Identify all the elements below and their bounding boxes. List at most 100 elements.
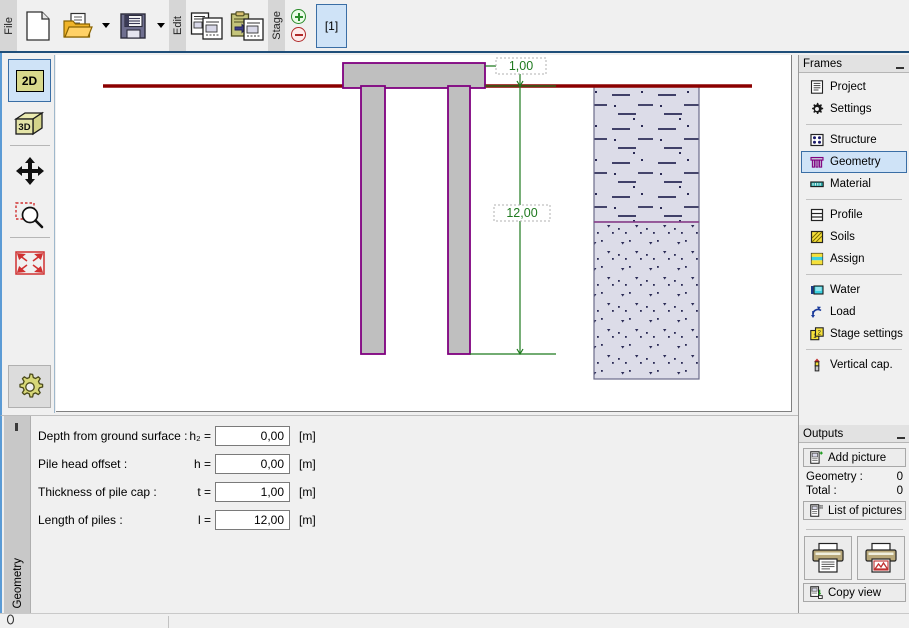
soil-profile-column bbox=[593, 85, 700, 380]
thickness-of-pile-cap-symbol: t = bbox=[197, 484, 211, 499]
total-count-value: 0 bbox=[896, 485, 903, 497]
thickness-of-pile-cap-input[interactable] bbox=[215, 481, 290, 502]
geometry-count-row: Geometry : 0 bbox=[799, 470, 909, 484]
gear-icon bbox=[18, 372, 43, 398]
vertical-cap-icon bbox=[809, 358, 825, 373]
copy-view-button[interactable]: Copy view bbox=[803, 583, 906, 602]
sidebar-item-load[interactable]: Load bbox=[801, 301, 907, 323]
frames-divider-4 bbox=[806, 349, 902, 350]
chevron-down-icon bbox=[156, 23, 165, 28]
cap-thickness-dimension-text: 1,00 bbox=[509, 59, 533, 73]
soils-hatch-icon bbox=[809, 230, 825, 245]
material-bar-icon bbox=[809, 177, 825, 192]
sidebar-item-project[interactable]: Project bbox=[801, 76, 907, 98]
geometry-piles-icon bbox=[809, 155, 825, 170]
save-dropdown-button[interactable] bbox=[154, 4, 167, 48]
pile-cap bbox=[342, 62, 486, 89]
add-stage-button[interactable] bbox=[291, 9, 306, 24]
sidebar-item-label: Assign bbox=[830, 253, 865, 265]
sidebar-item-water[interactable]: Water bbox=[801, 279, 907, 301]
zoom-window-button[interactable] bbox=[8, 193, 51, 236]
open-file-button[interactable] bbox=[59, 4, 97, 48]
print-document-button[interactable] bbox=[804, 536, 852, 580]
main-toolbar: File Edit Stage [1] bbox=[0, 0, 909, 53]
pile-head-offset-row: Pile head offset : h = [m] bbox=[38, 453, 316, 474]
sidebar-item-label: Soils bbox=[830, 231, 855, 243]
structure-dots-icon bbox=[809, 133, 825, 148]
frames-minimize-button[interactable] bbox=[894, 58, 905, 69]
depth-from-ground-surface-input[interactable] bbox=[215, 425, 290, 446]
length-of-piles-row: Length of piles : l = [m] bbox=[38, 509, 316, 530]
sidebar-item-label: Material bbox=[830, 178, 871, 190]
document-lines-icon bbox=[809, 80, 825, 95]
frames-divider-3 bbox=[806, 274, 902, 275]
geometry-tab[interactable]: Geometry bbox=[4, 558, 31, 609]
sidebar-item-label: Settings bbox=[830, 103, 872, 115]
sidebar-item-soils[interactable]: Soils bbox=[801, 226, 907, 248]
list-of-pictures-label: List of pictures bbox=[828, 504, 903, 517]
status-bar bbox=[0, 613, 909, 628]
panel-side-strip[interactable]: Geometry bbox=[4, 416, 31, 614]
structure-drawing: 1,00 12,00 bbox=[103, 57, 752, 380]
stage-tab-label: [1] bbox=[324, 18, 339, 33]
view-3d-button[interactable]: 3D bbox=[8, 103, 51, 146]
sidebar-item-structure[interactable]: Structure bbox=[801, 129, 907, 151]
load-arrow-icon bbox=[809, 305, 825, 320]
new-document-icon bbox=[26, 10, 50, 41]
sidebar-item-geometry[interactable]: Geometry bbox=[801, 151, 907, 173]
thickness-of-pile-cap-label: Thickness of pile cap : bbox=[38, 484, 157, 499]
zoom-all-button[interactable] bbox=[8, 241, 51, 284]
sidebar-item-label: Project bbox=[830, 81, 866, 93]
frames-title: Frames bbox=[803, 57, 842, 70]
outputs-title: Outputs bbox=[803, 427, 844, 440]
stage-tab-1[interactable]: [1] bbox=[316, 3, 347, 48]
panel-drag-handle[interactable] bbox=[15, 423, 18, 431]
view-settings-button[interactable] bbox=[8, 365, 51, 408]
water-icon bbox=[809, 283, 825, 298]
add-picture-icon bbox=[808, 450, 824, 465]
sidebar-item-settings[interactable]: Settings bbox=[801, 98, 907, 120]
print-picture-button[interactable] bbox=[857, 536, 905, 580]
frames-panel-header: Frames bbox=[799, 55, 909, 73]
new-file-button[interactable] bbox=[19, 4, 57, 48]
sidebar-item-profile[interactable]: Profile bbox=[801, 204, 907, 226]
sidebar-item-material[interactable]: Material bbox=[801, 173, 907, 195]
remove-stage-button[interactable] bbox=[291, 27, 306, 42]
list-of-pictures-button[interactable]: List of pictures bbox=[803, 501, 906, 520]
pile-head-offset-input[interactable] bbox=[215, 453, 290, 474]
length-of-piles-input[interactable] bbox=[215, 509, 290, 530]
outputs-minimize-button[interactable] bbox=[895, 428, 906, 439]
sidebar-item-assign[interactable]: Assign bbox=[801, 248, 907, 270]
geometry-count-value: 0 bbox=[896, 471, 903, 483]
minimize-icon bbox=[896, 437, 905, 439]
pile-left bbox=[360, 85, 386, 355]
length-of-piles-unit: [m] bbox=[299, 512, 316, 527]
add-picture-button[interactable]: Add picture bbox=[803, 448, 906, 467]
thickness-of-pile-cap-row: Thickness of pile cap : t = [m] bbox=[38, 481, 316, 502]
paste-button[interactable] bbox=[228, 4, 266, 48]
view-toolbar: 2D 3D bbox=[0, 55, 55, 413]
save-file-button[interactable] bbox=[114, 4, 152, 48]
sidebar-item-label: Stage settings bbox=[830, 328, 903, 340]
view-2d-button[interactable]: 2D bbox=[8, 59, 51, 102]
total-count-row: Total : 0 bbox=[799, 484, 909, 498]
outputs-divider bbox=[806, 529, 903, 530]
length-of-piles-label: Length of piles : bbox=[38, 512, 123, 527]
drawing-canvas[interactable]: 1,00 12,00 bbox=[56, 55, 792, 412]
sidebar-item-label: Water bbox=[830, 284, 861, 296]
svg-text:3D: 3D bbox=[18, 122, 30, 133]
copy-button[interactable] bbox=[188, 4, 226, 48]
zoom-extents-icon bbox=[14, 250, 45, 275]
depth-from-ground-surface-symbol: h₂ = bbox=[189, 428, 211, 443]
floppy-disk-icon bbox=[120, 12, 146, 39]
application-window: File Edit Stage [1] 2D 3D 1,00 12,00 Fra… bbox=[0, 0, 909, 628]
geometry-tab-label: Geometry bbox=[11, 557, 24, 609]
chevron-down-icon bbox=[101, 23, 110, 28]
sidebar-item-vertical-cap[interactable]: Vertical cap. bbox=[801, 354, 907, 376]
pan-tool-button[interactable] bbox=[8, 149, 51, 192]
print-buttons-row bbox=[804, 536, 905, 580]
sidebar-item-stage-settings[interactable]: 12 Stage settings bbox=[801, 323, 907, 345]
cube-2d-icon: 2D bbox=[15, 69, 44, 92]
open-dropdown-button[interactable] bbox=[99, 4, 112, 48]
list-of-pictures-icon bbox=[808, 503, 824, 518]
